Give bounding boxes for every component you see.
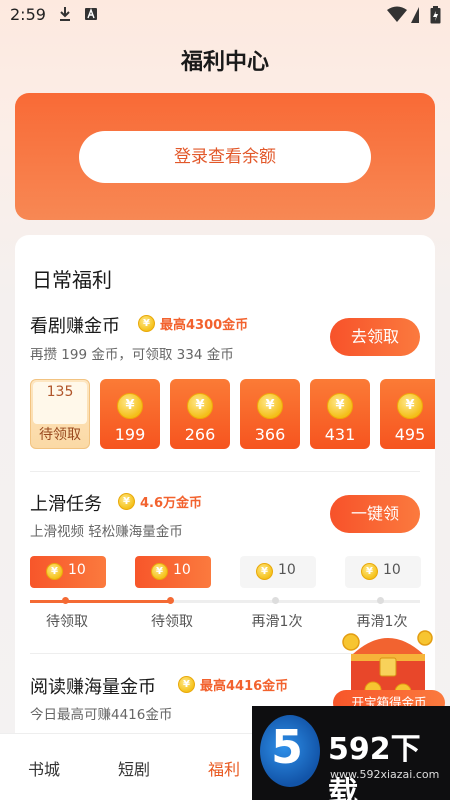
download-icon: [60, 7, 70, 21]
swipe-step: ¥ 10: [345, 556, 421, 588]
reward-value: 366: [254, 425, 286, 444]
swipe-step-value: 10: [68, 562, 86, 578]
drama-task-badge-text: 最高4300金币: [160, 318, 249, 333]
coin-icon: ¥: [327, 393, 353, 419]
watermark-digit: 5: [271, 720, 304, 774]
read-task-title: 阅读赚海量金币: [30, 677, 156, 698]
swipe-task-subtitle: 上滑视频 轻松赚海量金币: [30, 524, 183, 540]
battery-icon: [430, 6, 441, 24]
swipe-step-label: 待领取: [151, 614, 193, 630]
drama-task-subtitle: 再攒 199 金币，可领取 334 金币: [30, 347, 234, 363]
page-title: 福利中心: [180, 50, 269, 75]
watermark-logo: 5 592下载 www.592xiazai.com: [252, 706, 450, 800]
coin-icon: ¥: [256, 563, 273, 580]
coin-icon: ¥: [151, 563, 168, 580]
swipe-step-label: 再滑1次: [251, 614, 303, 630]
coin-icon: ¥: [117, 393, 143, 419]
swipe-step: ¥ 10: [240, 556, 316, 588]
status-time: 2:59: [10, 5, 46, 24]
reward-box[interactable]: ¥ 266: [170, 379, 230, 449]
swipe-step-value: 10: [383, 562, 401, 578]
login-button[interactable]: 登录查看余额: [79, 131, 371, 183]
coin-icon: ¥: [257, 393, 283, 419]
reward-box[interactable]: ¥ 431: [310, 379, 370, 449]
reward-value: 199: [114, 425, 146, 444]
swipe-task-badge-text: 4.6万金币: [140, 496, 203, 511]
progress-track-done: [30, 600, 173, 603]
reward-box[interactable]: 135 待领取: [30, 379, 90, 449]
coin-icon: ¥: [187, 393, 213, 419]
keyboard-icon: [85, 8, 97, 20]
coin-icon: ¥: [397, 393, 423, 419]
reward-status: 待领取: [39, 427, 81, 443]
claim-all-button[interactable]: 一键领: [330, 495, 420, 533]
drama-task-title: 看剧赚金币: [30, 316, 120, 337]
read-task-badge-text: 最高4416金币: [200, 679, 289, 694]
watermark-text: 592下载: [328, 732, 421, 800]
coin-icon: ¥: [118, 493, 135, 510]
coin-icon: ¥: [361, 563, 378, 580]
coin-icon: ¥: [178, 676, 195, 693]
divider: [30, 471, 420, 472]
reward-value: 431: [324, 425, 356, 444]
claim-button[interactable]: 去领取: [330, 318, 420, 356]
swipe-step[interactable]: ¥ 10: [30, 556, 106, 588]
swipe-step[interactable]: ¥ 10: [135, 556, 211, 588]
status-bar: 2:59: [0, 0, 450, 30]
read-task-badge: ¥ 最高4416金币: [178, 675, 288, 694]
read-task-subtitle: 今日最高可赚4416金币: [30, 707, 173, 723]
nav-item-welfare[interactable]: 福利: [208, 756, 240, 780]
nav-item-short-drama[interactable]: 短剧: [118, 756, 150, 780]
swipe-task-badge: ¥ 4.6万金币: [118, 492, 202, 511]
login-card: 登录查看余额: [15, 93, 435, 220]
swipe-task-title: 上滑任务: [30, 494, 102, 515]
progress-dot: [272, 597, 279, 604]
nav-item-bookstore[interactable]: 书城: [28, 756, 60, 780]
reward-box[interactable]: ¥ 366: [240, 379, 300, 449]
reward-box[interactable]: ¥ 199: [100, 379, 160, 449]
swipe-step-value: 10: [173, 562, 191, 578]
section-title: 日常福利: [32, 268, 112, 292]
coin-icon: ¥: [138, 315, 155, 332]
reward-box[interactable]: ¥ 495: [380, 379, 435, 449]
swipe-step-label: 待领取: [46, 614, 88, 630]
progress-dot: [167, 597, 174, 604]
drama-reward-row: 135 待领取 ¥ 199 ¥ 266 ¥ 366 ¥ 431 ¥ 495: [30, 379, 435, 449]
reward-value: 135: [46, 384, 74, 400]
reward-value: 495: [394, 425, 426, 444]
signal-icon: [411, 7, 419, 23]
progress-dot: [377, 597, 384, 604]
drama-task-badge: ¥ 最高4300金币: [138, 314, 248, 333]
reward-value: 266: [184, 425, 216, 444]
wifi-icon: [387, 6, 407, 22]
coin-icon: ¥: [46, 563, 63, 580]
progress-dot: [62, 597, 69, 604]
swipe-step-value: 10: [278, 562, 296, 578]
watermark-url: www.592xiazai.com: [330, 768, 440, 781]
